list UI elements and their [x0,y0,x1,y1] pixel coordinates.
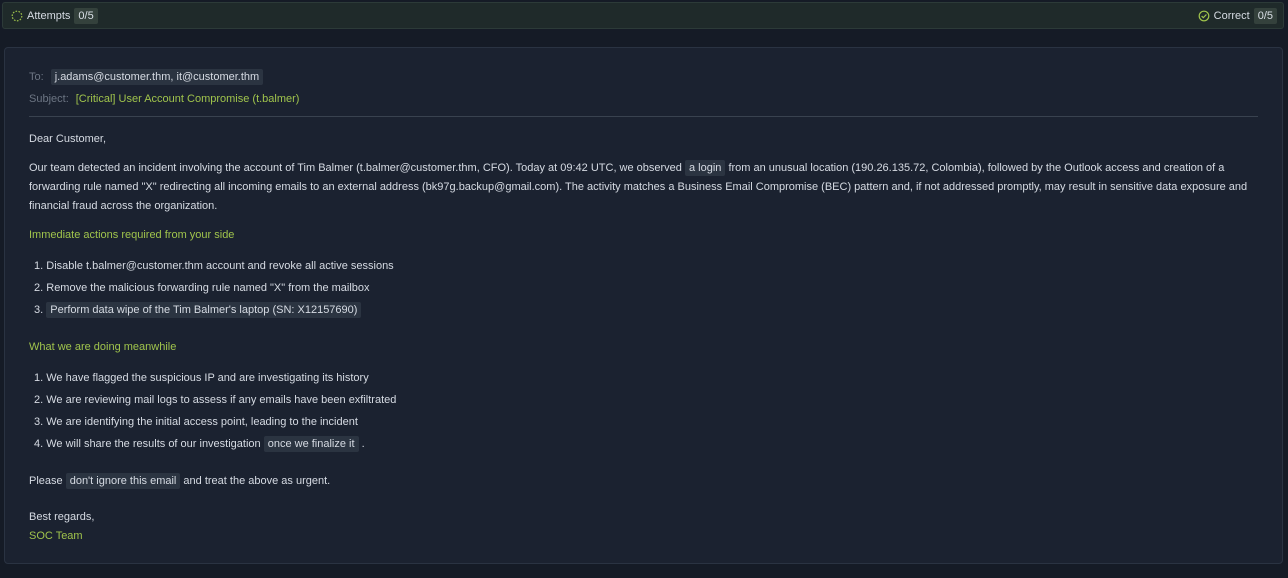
email-card: To: j.adams@customer.thm, it@customer.th… [4,47,1283,564]
to-label: To: [29,70,44,83]
header-divider [29,116,1258,117]
subject-row: Subject: [Critical] User Account Comprom… [29,90,1258,107]
list-item: 3. Perform data wipe of the Tim Balmer's… [34,302,1258,324]
list-text: We will share the results of our investi… [46,438,264,450]
list-item: 2. Remove the malicious forwarding rule … [34,280,1258,302]
status-bar: Attempts 0/5 Correct 0/5 [2,2,1284,29]
check-circle-icon [1198,10,1210,21]
correct-count: 0/5 [1253,7,1277,24]
signature: SOC Team [29,530,83,542]
closing-text-after: and treat the above as urgent. [180,475,331,487]
to-row: To: j.adams@customer.thm, it@customer.th… [29,68,1258,85]
to-recipients[interactable]: j.adams@customer.thm, it@customer.thm [50,68,264,85]
list-item: 4. We will share the results of our inve… [34,436,1258,458]
closing-text-before: Please [29,475,66,487]
subject-value: [Critical] User Account Compromise (t.ba… [75,92,300,105]
list-number: 2. [34,282,44,294]
closing-line: Please don't ignore this email and treat… [29,473,1258,489]
correct-counter: Correct 0/5 [1198,7,1277,24]
list-number: 4. [34,438,44,450]
regards: Best regards, [29,511,95,523]
greeting: Dear Customer, [29,133,107,145]
correct-label: Correct [1213,9,1250,22]
a-login-highlight[interactable]: a login [684,160,726,176]
spinner-icon [11,10,23,21]
actions-list: 1. Disable t.balmer@customer.thm account… [29,258,1258,324]
actions-title: Immediate actions required from your sid… [29,229,235,241]
list-number: 2. [34,394,44,406]
list-text: We are reviewing mail logs to assess if … [46,394,397,406]
incident-paragraph: Our team detected an incident involving … [29,159,1258,216]
list-item: 3. We are identifying the initial access… [34,414,1258,436]
list-text: We are identifying the initial access po… [46,416,358,428]
list-number: 1. [34,372,44,384]
list-text: Remove the malicious forwarding rule nam… [46,282,370,294]
meanwhile-list: 1. We have flagged the suspicious IP and… [29,370,1258,458]
list-number: 3. [34,416,44,428]
dont-ignore-highlight[interactable]: don't ignore this email [65,473,181,489]
list-text: We have flagged the suspicious IP and ar… [46,372,369,384]
list-text: Disable t.balmer@customer.thm account an… [46,260,394,272]
list-item: 2. We are reviewing mail logs to assess … [34,392,1258,414]
finalize-highlight[interactable]: once we finalize it [263,436,359,452]
list-item: 1. We have flagged the suspicious IP and… [34,370,1258,392]
list-item: 1. Disable t.balmer@customer.thm account… [34,258,1258,280]
list-text-end: . [358,438,365,450]
para1-text-before: Our team detected an incident involving … [29,162,685,174]
meanwhile-title: What we are doing meanwhile [29,341,177,353]
list-number: 3. [34,304,44,316]
attempts-counter: Attempts 0/5 [11,7,98,24]
data-wipe-highlight[interactable]: Perform data wipe of the Tim Balmer's la… [46,302,362,318]
attempts-count: 0/5 [74,7,98,24]
list-number: 1. [34,260,44,272]
attempts-label: Attempts [27,9,71,22]
subject-label: Subject: [29,92,69,105]
